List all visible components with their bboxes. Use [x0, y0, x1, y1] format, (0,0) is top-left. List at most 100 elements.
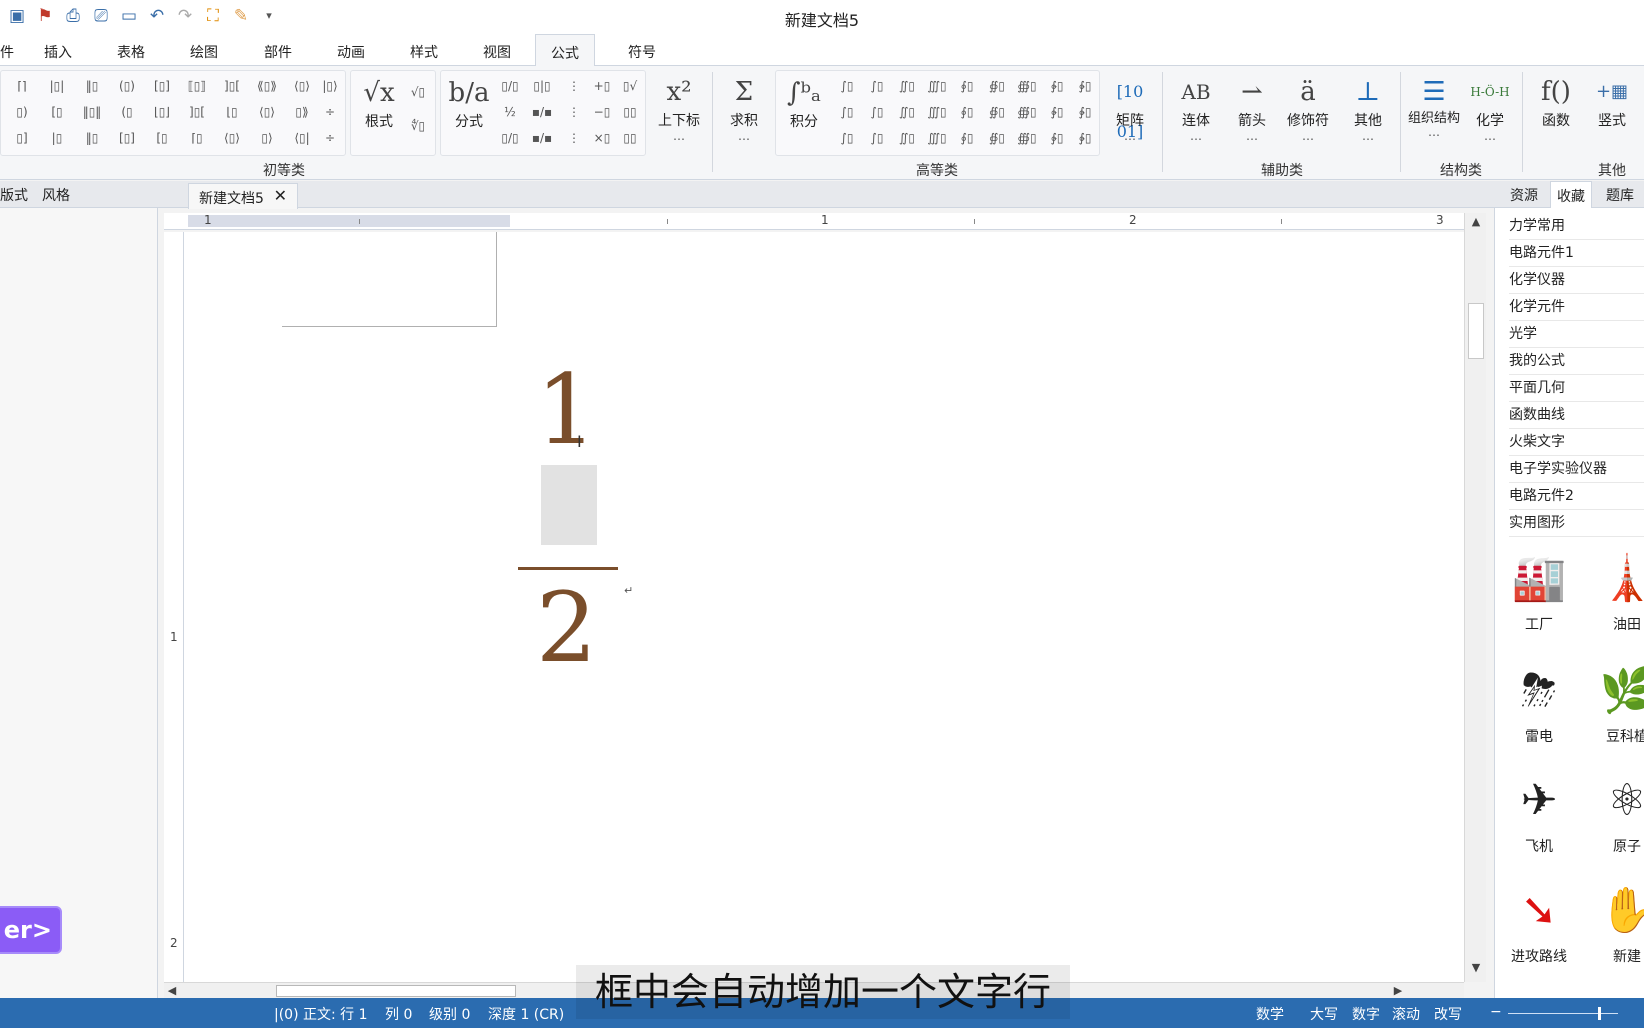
- horizontal-scroll-thumb[interactable]: [276, 985, 516, 997]
- matrix-button[interactable]: [10 01] 矩阵 …: [1102, 72, 1158, 142]
- template-icon[interactable]: ∳▯: [1074, 79, 1096, 93]
- menu-draw[interactable]: 绘图: [190, 42, 218, 62]
- status-overwrite[interactable]: 改写: [1434, 1004, 1462, 1024]
- category-item[interactable]: 实用图形: [1509, 511, 1644, 537]
- menu-parts[interactable]: 部件: [264, 42, 292, 62]
- fraction-numerator[interactable]: 1: [536, 362, 597, 458]
- template-icon[interactable]: ⋮: [563, 131, 585, 145]
- tab-question-bank[interactable]: 题库: [1606, 185, 1634, 205]
- template-icon[interactable]: ▯): [11, 105, 33, 119]
- template-icon[interactable]: ⌊▯⌋: [151, 105, 173, 119]
- template-icon[interactable]: +▯: [591, 79, 613, 93]
- arrow-button[interactable]: ⇀ 箭头 …: [1224, 72, 1280, 142]
- integral-button[interactable]: ∫ᵇₐ 积分: [776, 73, 832, 131]
- category-item[interactable]: 我的公式: [1509, 349, 1644, 375]
- fraction-denominator[interactable]: 2: [536, 580, 597, 676]
- template-icon[interactable]: ∬▯: [896, 79, 918, 93]
- vertical-scroll-thumb[interactable]: [1468, 303, 1484, 359]
- template-icon[interactable]: ▪/▪: [531, 105, 553, 119]
- template-icon[interactable]: ∬▯: [896, 131, 918, 145]
- template-icon[interactable]: ]▯[: [221, 79, 243, 93]
- scroll-down-icon[interactable]: ▼: [1468, 961, 1484, 974]
- template-icon[interactable]: ∫▯: [836, 131, 858, 145]
- template-icon[interactable]: ⋮: [563, 105, 585, 119]
- org-structure-button[interactable]: ☰ 组织结构 …: [1406, 72, 1462, 138]
- template-icon[interactable]: ∰▯: [1016, 79, 1038, 93]
- template-icon[interactable]: ∫▯: [866, 131, 888, 145]
- product-button[interactable]: Σ 求积 …: [716, 72, 772, 142]
- document-canvas[interactable]: 1 Ⅰ 2 ↵: [184, 232, 1464, 982]
- tab-favorites[interactable]: 收藏: [1550, 181, 1592, 208]
- template-icon[interactable]: ∯▯: [986, 105, 1008, 119]
- template-icon[interactable]: ∰▯: [1016, 131, 1038, 145]
- tab-layout[interactable]: 版式: [0, 185, 28, 205]
- status-scroll-lock[interactable]: 滚动: [1392, 1004, 1420, 1024]
- scroll-up-icon[interactable]: ▲: [1468, 215, 1484, 228]
- subscript-superscript-button[interactable]: x² 上下标 …: [651, 72, 707, 142]
- status-math[interactable]: 数学: [1256, 1004, 1284, 1024]
- menu-animation[interactable]: 动画: [337, 42, 365, 62]
- menu-symbol[interactable]: 符号: [628, 42, 656, 62]
- template-icon[interactable]: ⌊▯: [221, 105, 243, 119]
- template-icon[interactable]: ▯▯: [619, 131, 641, 145]
- template-icon[interactable]: |▯: [46, 131, 68, 145]
- template-icon[interactable]: ÷: [319, 105, 341, 119]
- template-icon[interactable]: ⌈▯: [186, 131, 208, 145]
- document-tab[interactable]: 新建文档5 ✕: [188, 183, 298, 209]
- template-icon[interactable]: ½: [499, 105, 521, 119]
- template-icon[interactable]: ▯√: [619, 79, 641, 93]
- template-icon[interactable]: ×▯: [591, 131, 613, 145]
- gallery-item-thunder[interactable]: ⛈ 雷电: [1499, 656, 1579, 746]
- category-item[interactable]: 化学仪器: [1509, 268, 1644, 294]
- category-item[interactable]: 平面几何: [1509, 376, 1644, 402]
- template-icon[interactable]: ▯|▯: [531, 79, 553, 93]
- template-icon[interactable]: ▯]: [11, 131, 33, 145]
- template-icon[interactable]: ∮▯: [956, 105, 978, 119]
- gallery-item-airplane[interactable]: ✈ 飞机: [1499, 766, 1579, 856]
- modifier-button[interactable]: ä 修饰符 …: [1280, 72, 1336, 142]
- chemistry-button[interactable]: H-Ö-H 化学 …: [1462, 72, 1518, 142]
- menu-style[interactable]: 样式: [410, 42, 438, 62]
- template-icon[interactable]: ∰▯: [1016, 105, 1038, 119]
- template-icon[interactable]: ]▯[: [186, 105, 208, 119]
- close-icon[interactable]: ✕: [274, 186, 287, 205]
- scroll-right-icon[interactable]: ▶: [1390, 984, 1406, 997]
- template-icon[interactable]: −▯: [591, 105, 613, 119]
- horizontal-ruler[interactable]: 1 1 2 3: [164, 213, 1464, 230]
- menu-view[interactable]: 视图: [483, 42, 511, 62]
- category-item[interactable]: 化学元件: [1509, 295, 1644, 321]
- tab-style[interactable]: 风格: [42, 185, 70, 205]
- menu-formula[interactable]: 公式: [535, 34, 595, 67]
- template-icon[interactable]: (▯: [116, 105, 138, 119]
- status-caps[interactable]: 大写: [1310, 1004, 1338, 1024]
- template-icon[interactable]: ▯/▯: [499, 131, 521, 145]
- template-icon[interactable]: ∬▯: [896, 105, 918, 119]
- menu-file[interactable]: 件: [0, 42, 14, 62]
- zoom-slider[interactable]: [1508, 1013, 1618, 1014]
- zoom-slider-knob[interactable]: [1598, 1007, 1601, 1020]
- sqrt-small-icon[interactable]: √▯: [407, 85, 429, 99]
- template-icon[interactable]: ∲▯: [1046, 105, 1068, 119]
- category-item[interactable]: 力学常用: [1509, 214, 1644, 240]
- vertical-scrollbar[interactable]: ▲ ▼: [1464, 213, 1486, 982]
- function-button[interactable]: f() 函数: [1528, 72, 1584, 130]
- template-icon[interactable]: ∳▯: [1074, 131, 1096, 145]
- gallery-item-factory[interactable]: 🏭 工厂: [1499, 544, 1579, 634]
- template-icon[interactable]: ∯▯: [986, 79, 1008, 93]
- connector-button[interactable]: AB 连体 …: [1168, 72, 1224, 142]
- vertical-calc-button[interactable]: +▦ 竖式: [1584, 72, 1640, 130]
- template-icon[interactable]: ⌈⌉: [11, 79, 33, 93]
- menu-table[interactable]: 表格: [117, 42, 145, 62]
- nth-root-icon[interactable]: ∜▯: [407, 119, 429, 133]
- template-icon[interactable]: ⋮: [563, 79, 585, 93]
- template-icon[interactable]: ‖▯: [81, 79, 103, 93]
- category-item[interactable]: 函数曲线: [1509, 403, 1644, 429]
- gallery-item-hand[interactable]: ✋ 新建: [1587, 876, 1644, 966]
- template-icon[interactable]: [▯: [46, 105, 68, 119]
- menu-insert[interactable]: 插入: [44, 42, 72, 62]
- template-icon[interactable]: ▯⟩: [256, 131, 278, 145]
- template-icon[interactable]: ⟨▯|: [291, 131, 313, 145]
- template-icon[interactable]: ÷: [319, 131, 341, 145]
- vertical-ruler[interactable]: 1 2: [164, 232, 184, 982]
- template-icon[interactable]: [▯]: [151, 79, 173, 93]
